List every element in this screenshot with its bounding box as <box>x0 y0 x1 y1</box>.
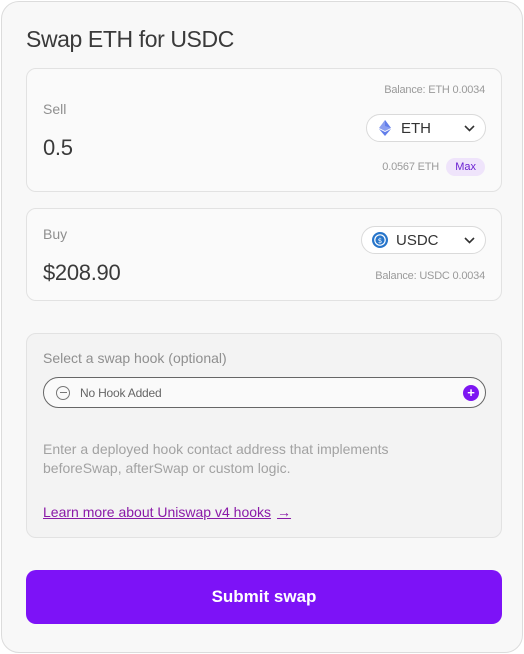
buy-balance-value: 0.0034 <box>452 270 486 282</box>
hook-panel: Select a swap hook (optional) No Hook Ad… <box>26 333 502 538</box>
hook-field-text: No Hook Added <box>80 385 162 400</box>
hook-label: Select a swap hook (optional) <box>43 350 227 366</box>
sell-amount-input[interactable]: 0.5 <box>43 135 73 161</box>
sell-token-select[interactable]: ETH <box>366 114 486 142</box>
hook-select-field[interactable]: No Hook Added + <box>43 377 486 408</box>
page-title: Swap ETH for USDC <box>26 26 234 52</box>
submit-swap-button[interactable]: Submit swap <box>26 570 502 624</box>
sell-label: Sell <box>43 101 67 117</box>
sell-balance-label: Balance: <box>384 84 426 96</box>
buy-label: Buy <box>43 226 68 242</box>
minus-circle-icon <box>56 385 70 400</box>
sell-balance-token: ETH <box>428 84 450 96</box>
buy-panel: Buy $ USDC $208.90 Balance: USDC 0.0034 <box>26 208 502 301</box>
sell-balance-value: 0.0034 <box>452 84 486 96</box>
learn-more-link[interactable]: Learn more about Uniswap v4 hooks → <box>43 504 291 520</box>
chevron-down-icon <box>464 121 475 135</box>
sell-panel: Balance: ETH 0.0034 Sell 0.5 ETH 0.0567 … <box>26 68 502 192</box>
max-button[interactable]: Max <box>446 158 485 176</box>
buy-amount: $208.90 <box>43 260 121 285</box>
swap-card: Swap ETH for USDC Balance: ETH 0.0034 Se… <box>1 1 523 653</box>
ethereum-icon <box>377 120 393 136</box>
buy-balance: Balance: USDC 0.0034 <box>375 270 485 282</box>
chevron-down-icon <box>464 233 475 247</box>
learn-more-link-text: Learn more about Uniswap v4 hooks <box>43 504 272 520</box>
add-hook-plus-icon[interactable]: + <box>463 384 479 401</box>
svg-text:$: $ <box>378 237 382 245</box>
buy-token-symbol: USDC <box>396 231 439 249</box>
usdc-icon: $ <box>372 232 388 248</box>
buy-token-select[interactable]: $ USDC <box>361 226 486 254</box>
sell-token-symbol: ETH <box>401 119 431 137</box>
buy-balance-token: USDC <box>419 270 450 282</box>
hook-description: Enter a deployed hook contact address th… <box>43 441 389 476</box>
buy-balance-label: Balance: <box>375 270 417 282</box>
sell-sub-value: 0.0567 ETH <box>382 161 439 173</box>
sell-balance: Balance: ETH 0.0034 <box>384 84 485 96</box>
arrow-right-icon: → <box>277 504 292 520</box>
